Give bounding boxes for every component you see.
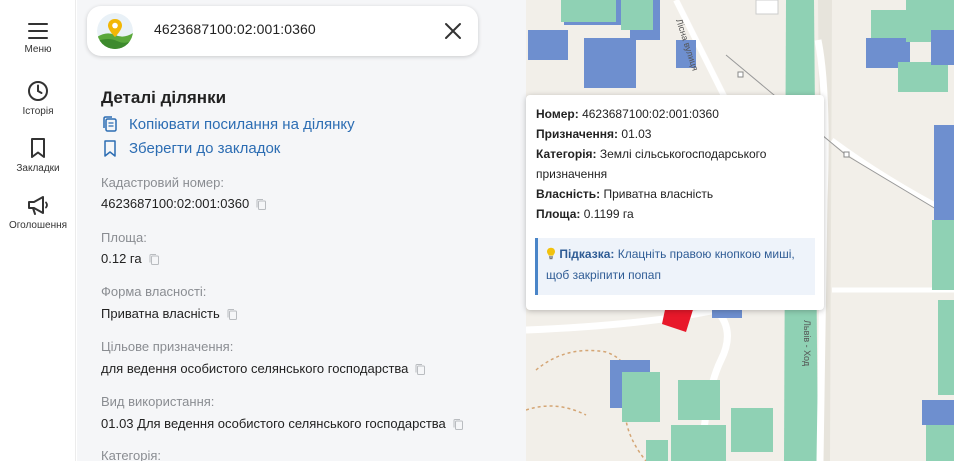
popup-category: Категорія: Землі сільськогосподарського (536, 147, 766, 161)
green-parcel (671, 425, 726, 461)
green-parcel (898, 62, 948, 92)
ownership-label: Форма власності: (101, 284, 207, 299)
menu-icon (28, 23, 48, 39)
sidebar-item-menu[interactable]: Меню (0, 22, 76, 55)
field-value-text: Приватна власність (101, 306, 220, 321)
left-rail: Меню Історія Закладки Оголошення (0, 0, 76, 461)
copy-icon (103, 116, 117, 132)
green-parcel (621, 0, 653, 30)
popup-area: Площа: 0.1199 га (536, 207, 634, 221)
search-bar[interactable]: 4623687100:02:001:0360 (87, 6, 478, 56)
cadastral-number-value: 4623687100:02:001:0360 (101, 196, 267, 211)
purpose-value: для ведення особистого селянського госпо… (101, 361, 426, 376)
hint-line-1: Підказка: Клацніть правою кнопкою миші, (546, 247, 795, 261)
green-parcel (561, 0, 616, 22)
app-logo (97, 13, 133, 49)
popup-value: Приватна власність (603, 187, 714, 201)
blue-parcel (934, 125, 954, 220)
search-input[interactable]: 4623687100:02:001:0360 (154, 21, 316, 37)
megaphone-icon (28, 196, 48, 215)
usage-type-label: Вид використання: (101, 394, 215, 409)
popup-purpose: Призначення: 01.03 (536, 127, 651, 141)
popup-label: Площа: (536, 207, 581, 221)
usage-type-value: 01.03 Для ведення особистого селянського… (101, 416, 464, 431)
map-node (843, 151, 850, 158)
green-parcel (622, 372, 660, 422)
copy-icon[interactable] (414, 363, 426, 376)
field-value-text: для ведення особистого селянського госпо… (101, 361, 409, 376)
lightbulb-icon (547, 247, 555, 260)
sidebar-item-label: Історія (22, 106, 54, 117)
field-value-text: 0.12 га (101, 251, 142, 266)
copy-icon[interactable] (226, 308, 238, 321)
sidebar-item-label: Закладки (16, 163, 60, 174)
popup-ownership: Власність: Приватна власність (536, 187, 713, 201)
parcel-popup[interactable]: Номер: 4623687100:02:001:0360 Призначенн… (526, 95, 824, 310)
popup-category-cont: призначення (536, 167, 608, 181)
bookmark-icon (104, 140, 116, 157)
sidebar-item-label: Оголошення (8, 220, 68, 231)
blue-parcel (584, 38, 636, 88)
street-label: Львів - Ход (802, 320, 812, 367)
area-label: Площа: (101, 230, 147, 245)
sidebar-item-label: Меню (24, 44, 52, 55)
clock-icon (28, 81, 48, 101)
popup-hint: Підказка: Клацніть правою кнопкою миші, … (535, 238, 815, 295)
popup-value: 01.03 (621, 127, 652, 141)
popup-label: Призначення: (536, 127, 619, 141)
ownership-value: Приватна власність (101, 306, 238, 321)
parcel-details-panel: 4623687100:02:001:0360 Деталі ділянки Ко… (77, 0, 526, 461)
cadastral-number-label: Кадастровий номер: (101, 175, 224, 190)
sidebar-item-history[interactable]: Історія (0, 80, 76, 117)
popup-label: Номер: (536, 107, 579, 121)
page-title: Деталі ділянки (101, 88, 227, 107)
close-icon (445, 23, 461, 39)
popup-label: Категорія: (536, 147, 597, 161)
green-parcel (678, 380, 720, 420)
blue-parcel (528, 30, 568, 60)
map-node (737, 71, 744, 78)
green-parcel (731, 408, 773, 452)
popup-value: 0.1199 га (583, 207, 634, 221)
close-button[interactable] (440, 18, 466, 44)
popup-label: Власність: (536, 187, 601, 201)
copy-link-label: Копіювати посилання на ділянку (129, 116, 355, 133)
green-parcel (938, 300, 954, 395)
save-bookmark-label: Зберегти до закладок (129, 140, 281, 157)
area-value: 0.12 га (101, 251, 160, 266)
field-value-text: 01.03 Для ведення особистого селянського… (101, 416, 446, 431)
building (755, 0, 779, 15)
popup-value: Землі сільськогосподарського (599, 147, 767, 161)
bookmark-icon (31, 138, 45, 158)
popup-number: Номер: 4623687100:02:001:0360 (536, 107, 719, 121)
category-label: Категорія: (101, 448, 162, 461)
blue-parcel (931, 30, 954, 65)
blue-parcel (922, 400, 954, 425)
sidebar-item-announcements[interactable]: Оголошення (0, 194, 76, 231)
green-parcel (646, 440, 668, 461)
field-value-text: 4623687100:02:001:0360 (101, 196, 250, 211)
hint-text: Клацніть правою кнопкою миші, (617, 247, 795, 261)
copy-icon[interactable] (148, 253, 160, 266)
green-parcel (926, 425, 954, 461)
purpose-label: Цільове призначення: (101, 339, 234, 354)
sidebar-item-bookmarks[interactable]: Закладки (0, 137, 76, 174)
popup-value: 4623687100:02:001:0360 (582, 107, 719, 121)
hint-label: Підказка: (559, 247, 615, 261)
map-pin-logo-icon (97, 13, 133, 49)
copy-icon[interactable] (255, 198, 267, 211)
copy-icon[interactable] (452, 418, 464, 431)
hint-line-2: щоб закріпити попап (546, 268, 661, 282)
green-parcel (932, 220, 954, 290)
